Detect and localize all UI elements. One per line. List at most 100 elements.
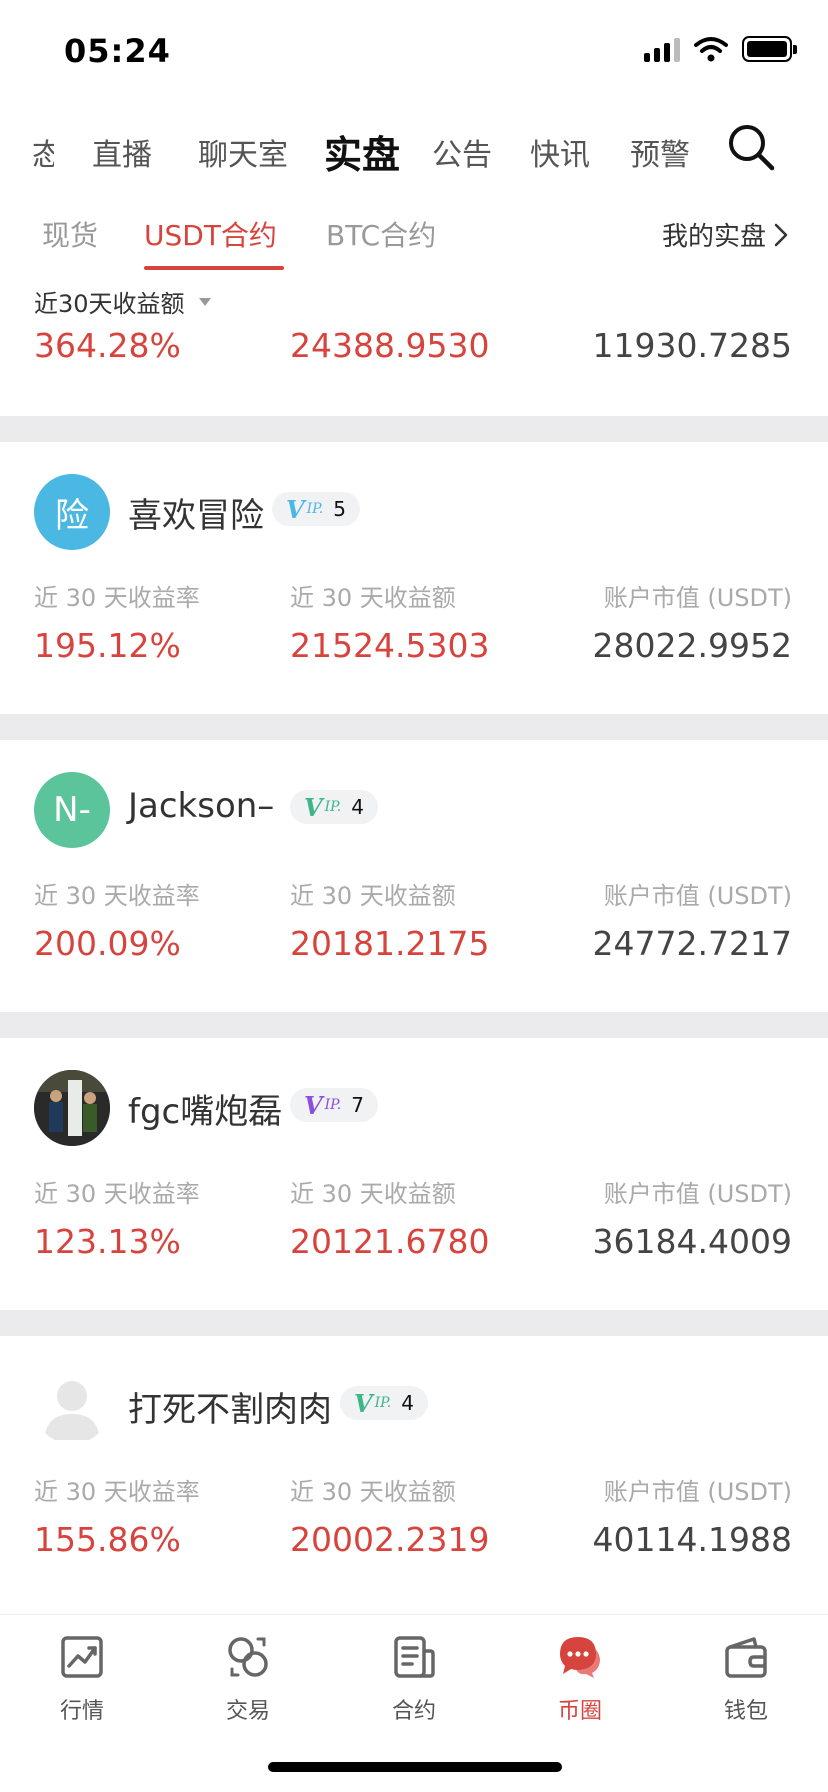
account-value: 28022.9952 <box>592 626 792 665</box>
profit-amount: 24388.9530 <box>290 326 490 365</box>
subtab-usdt-contract[interactable]: USDT合约 <box>144 214 277 254</box>
nav-label: 钱包 <box>723 1699 768 1724</box>
trader-name: Jackson– <box>128 786 275 826</box>
avatar: N- <box>34 772 110 848</box>
vip-v: V <box>354 1388 373 1418</box>
divider <box>0 1310 828 1336</box>
status-time: 05:24 <box>64 32 171 70</box>
profit-rate: 123.13% <box>34 1222 181 1261</box>
tab-announcement[interactable]: 公告 <box>432 130 492 174</box>
avatar-photo <box>34 1070 110 1146</box>
photo-avatar-icon <box>34 1070 110 1146</box>
trader-name: 打死不割肉肉 <box>128 1390 332 1430</box>
vip-badge: V IP. 5 <box>272 492 360 526</box>
nav-community[interactable]: 币圈 <box>520 1635 640 1725</box>
sort-label: 近30天收益额 <box>34 290 185 318</box>
status-icons <box>644 36 797 62</box>
tab-news[interactable]: 快讯 <box>530 130 590 174</box>
vip-ip: IP. <box>306 501 324 517</box>
vip-ip: IP. <box>324 799 342 815</box>
avatar: 险 <box>34 474 110 550</box>
profit-label: 近 30 天收益额 <box>290 882 456 910</box>
vip-level: 4 <box>351 795 364 819</box>
chart-icon <box>61 1636 103 1678</box>
subtab-btc-contract[interactable]: BTC合约 <box>326 214 436 254</box>
user-placeholder-icon <box>44 1381 100 1440</box>
my-real-trading-link[interactable]: 我的实盘 <box>662 216 788 253</box>
caret-down-icon <box>198 297 211 306</box>
battery-icon <box>742 36 797 62</box>
trader-card[interactable]: 打死不割肉肉 V IP. 4 近 30 天收益率 近 30 天收益额 账户市值 (… <box>0 1336 828 1608</box>
vip-level: 4 <box>401 1391 414 1415</box>
profit-amount: 20181.2175 <box>290 924 490 963</box>
profit-rate: 364.28% <box>34 326 181 365</box>
vip-v: V <box>304 792 323 822</box>
value-label: 账户市值 (USDT) <box>603 882 792 910</box>
divider <box>0 416 828 442</box>
nav-contract[interactable]: 合约 <box>354 1635 474 1725</box>
rate-label: 近 30 天收益率 <box>34 882 200 910</box>
nav-label: 行情 <box>59 1699 104 1724</box>
home-indicator <box>268 1762 562 1772</box>
tab-chatroom[interactable]: 聊天室 <box>198 130 288 174</box>
nav-trade[interactable]: 交易 <box>188 1635 308 1725</box>
top-nav: 态 直播 聊天室 实盘 公告 快讯 预警 <box>0 108 828 188</box>
account-value: 24772.7217 <box>592 924 792 963</box>
nav-label: 交易 <box>225 1699 270 1724</box>
chevron-right-icon <box>774 223 788 246</box>
profit-label: 近 30 天收益额 <box>290 584 456 612</box>
vip-ip: IP. <box>324 1097 342 1113</box>
search-icon[interactable] <box>726 122 776 172</box>
tab-live[interactable]: 直播 <box>92 130 152 174</box>
tab-status[interactable]: 态 <box>32 130 54 174</box>
vip-badge: V IP. 7 <box>290 1088 378 1122</box>
profit-rate: 195.12% <box>34 626 181 665</box>
subtab-spot[interactable]: 现货 <box>42 214 98 254</box>
account-value: 40114.1988 <box>592 1520 792 1559</box>
vip-badge: V IP. 4 <box>290 790 378 824</box>
trader-card[interactable]: fgc嘴炮磊 V IP. 7 近 30 天收益率 近 30 天收益额 账户市值 (… <box>0 1038 828 1310</box>
vip-v: V <box>304 1090 323 1120</box>
rate-label: 近 30 天收益率 <box>34 1180 200 1208</box>
status-bar: 05:24 <box>0 0 828 100</box>
vip-ip: IP. <box>374 1395 392 1411</box>
profit-rate: 200.09% <box>34 924 181 963</box>
my-real-trading-label: 我的实盘 <box>661 222 766 252</box>
avatar-default <box>34 1368 110 1444</box>
nav-label: 币圈 <box>557 1699 602 1724</box>
trader-card[interactable]: 险 喜欢冒险 V IP. 5 近 30 天收益率 近 30 天收益额 账户市值 (… <box>0 442 828 714</box>
active-tab-indicator <box>144 266 284 270</box>
tab-real-trading[interactable]: 实盘 <box>324 124 400 179</box>
value-label: 账户市值 (USDT) <box>603 584 792 612</box>
wallet-icon <box>725 1637 767 1678</box>
account-value: 11930.7285 <box>592 326 792 365</box>
value-label: 账户市值 (USDT) <box>603 1478 792 1506</box>
chat-icon <box>560 1637 600 1678</box>
nav-market[interactable]: 行情 <box>22 1635 142 1725</box>
vip-level: 7 <box>351 1093 364 1117</box>
profit-amount: 21524.5303 <box>290 626 490 665</box>
sort-selector[interactable]: 近30天收益额 <box>34 284 211 319</box>
tab-alerts[interactable]: 预警 <box>630 130 690 174</box>
list-item-partial[interactable]: 364.28% 24388.9530 11930.7285 <box>0 326 828 374</box>
divider <box>0 1012 828 1038</box>
profit-rate: 155.86% <box>34 1520 181 1559</box>
profit-label: 近 30 天收益额 <box>290 1478 456 1506</box>
rate-label: 近 30 天收益率 <box>34 584 200 612</box>
cellular-signal-icon <box>644 36 680 62</box>
wifi-icon <box>694 37 728 62</box>
nav-wallet[interactable]: 钱包 <box>686 1635 806 1725</box>
profit-amount: 20121.6780 <box>290 1222 490 1261</box>
trader-card[interactable]: N- Jackson– V IP. 4 近 30 天收益率 近 30 天收益额 账… <box>0 740 828 1012</box>
sub-tabs: 现货 USDT合约 BTC合约 我的实盘 <box>0 208 828 272</box>
rate-label: 近 30 天收益率 <box>34 1478 200 1506</box>
profit-amount: 20002.2319 <box>290 1520 490 1559</box>
nav-label: 合约 <box>391 1699 436 1724</box>
exchange-icon <box>228 1637 268 1677</box>
vip-badge: V IP. 4 <box>340 1386 428 1420</box>
divider <box>0 714 828 740</box>
account-value: 36184.4009 <box>592 1222 792 1261</box>
vip-v: V <box>286 494 305 524</box>
value-label: 账户市值 (USDT) <box>603 1180 792 1208</box>
profit-label: 近 30 天收益额 <box>290 1180 456 1208</box>
